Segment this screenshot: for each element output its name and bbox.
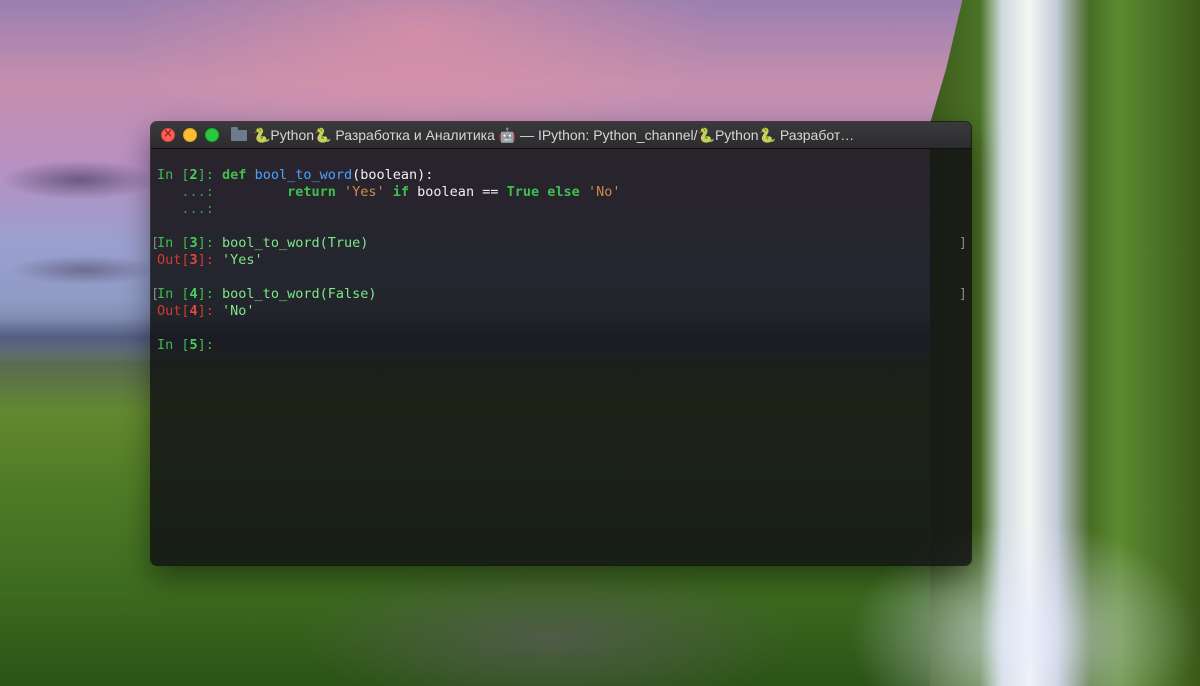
prompt-in: In [ (157, 235, 190, 251)
wallpaper-cloud (0, 160, 160, 200)
output-line: Out[3]: 'Yes' (157, 252, 971, 269)
prompt-number: 5 (189, 337, 198, 353)
prompt-close: ]: (197, 286, 223, 302)
prompt-in: In [ (157, 286, 190, 302)
prompt-close: ]: (197, 235, 223, 251)
string-literal: 'Yes' (343, 184, 385, 200)
terminal-window[interactable]: 🐍Python🐍 Разработка и Аналитика 🤖 — IPyt… (151, 122, 971, 565)
continuation-prompt: ...: (157, 201, 223, 217)
prompt-in: In [ (157, 337, 190, 353)
ipython-console[interactable]: In [2]: def bool_to_word(boolean): ...: … (151, 149, 971, 565)
cell-bracket-left: [ (151, 235, 160, 251)
keyword-else: else (547, 184, 580, 200)
prompt-in: In [ (157, 167, 190, 183)
input-line: [In [4]: bool_to_word(False)] (151, 286, 971, 303)
folder-icon (231, 126, 247, 141)
prompt-number: 2 (189, 167, 198, 183)
output-value: 'Yes' (222, 252, 263, 268)
prompt-out-close: ]: (197, 252, 223, 268)
prompt-number: 4 (189, 286, 198, 302)
input-code: bool_to_word(True) (222, 235, 369, 251)
prompt-number: 3 (189, 235, 198, 251)
title-bar[interactable]: 🐍Python🐍 Разработка и Аналитика 🤖 — IPyt… (151, 122, 971, 149)
keyword-def: def (222, 167, 247, 183)
input-line-active[interactable]: In [5]: (157, 337, 971, 354)
wallpaper-path (300, 560, 800, 686)
output-value: 'No' (222, 303, 255, 319)
operator: == (482, 184, 499, 200)
keyword-if: if (392, 184, 410, 200)
continuation-prompt: ...: (157, 184, 223, 200)
string-literal: 'No' (587, 184, 621, 200)
keyword-true: True (506, 184, 540, 200)
close-icon[interactable] (161, 126, 175, 142)
output-number: 4 (189, 303, 198, 319)
prompt-close: ]: (197, 167, 223, 183)
continuation-line: ...: (157, 201, 971, 218)
cell-bracket-left: [ (151, 286, 160, 302)
prompt-out: Out[ (157, 303, 190, 319)
cell-bracket-right: ] (958, 286, 967, 302)
input-code: bool_to_word(False) (222, 286, 377, 302)
wallpaper-cloud (10, 255, 160, 285)
prompt-close: ]: (197, 337, 223, 353)
minimize-icon[interactable] (183, 128, 197, 142)
prompt-out-close: ]: (197, 303, 223, 319)
input-line: In [2]: def bool_to_word(boolean): (157, 167, 971, 184)
output-line: Out[4]: 'No' (157, 303, 971, 320)
cell-bracket-right: ] (958, 235, 967, 251)
keyword-return: return (287, 184, 336, 200)
function-name: bool_to_word (254, 167, 353, 183)
output-number: 3 (189, 252, 198, 268)
maximize-icon[interactable] (205, 128, 219, 142)
input-line: [In [3]: bool_to_word(True)] (151, 235, 971, 252)
prompt-out: Out[ (157, 252, 190, 268)
function-params: (boolean): (352, 167, 434, 183)
continuation-line: ...: return 'Yes' if boolean == True els… (157, 184, 971, 201)
window-title: 🐍Python🐍 Разработка и Аналитика 🤖 — IPyt… (253, 126, 855, 143)
variable-name: boolean (417, 184, 475, 200)
